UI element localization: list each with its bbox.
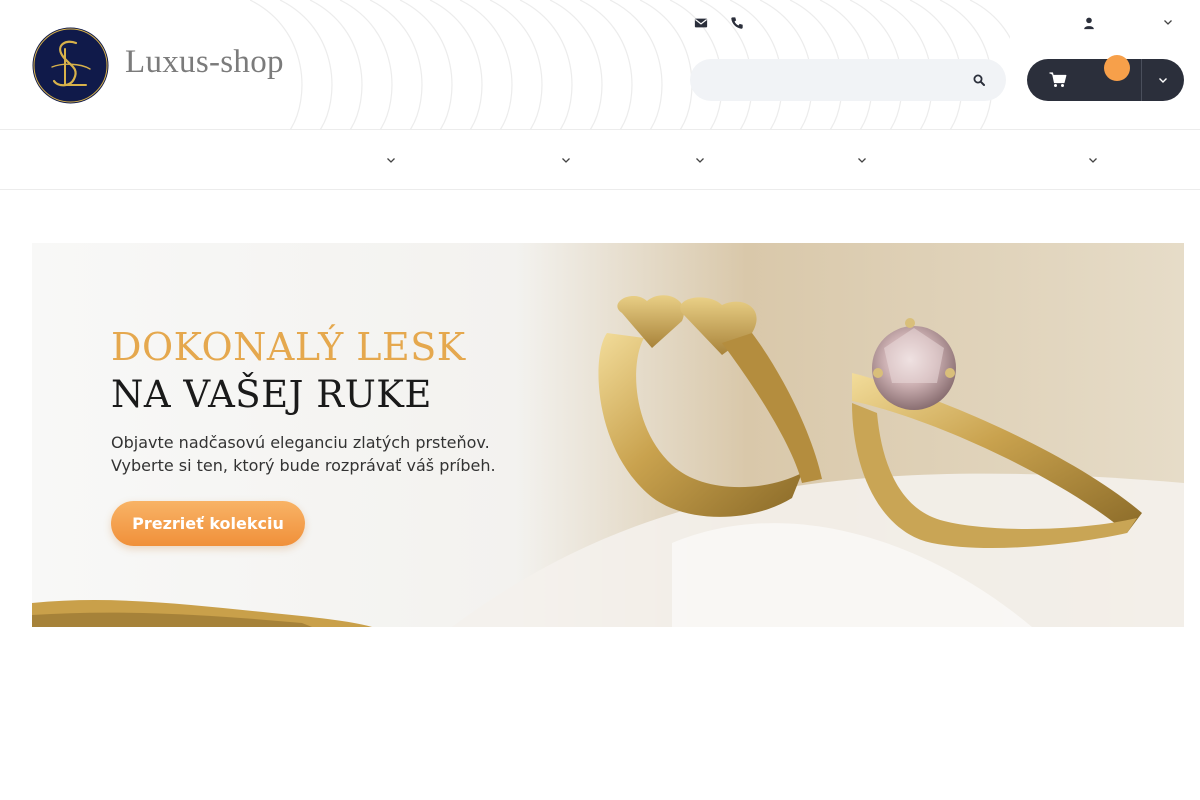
banner-title-line2: NA VAŠEJ RUKE: [111, 373, 432, 416]
chevron-down-icon: [387, 157, 395, 163]
nav-item-3[interactable]: [689, 130, 705, 189]
chevron-down-icon: [1159, 78, 1167, 83]
cart-dropdown-toggle[interactable]: [1142, 59, 1184, 101]
chevron-down-icon: [1089, 157, 1097, 163]
banner-title-line1: DOKONALÝ LESK: [111, 325, 466, 369]
nav-item-5[interactable]: [1082, 130, 1098, 189]
mail-icon[interactable]: [690, 12, 712, 34]
hero-banner[interactable]: DOKONALÝ LESK NA VAŠEJ RUKE Objavte nadč…: [32, 243, 1184, 627]
chevron-down-icon: [858, 157, 866, 163]
logo-icon: [32, 27, 109, 104]
cart-icon: [1049, 72, 1067, 87]
user-menu-chevron-down-icon[interactable]: [1160, 14, 1176, 30]
main-navigation: [0, 130, 1200, 190]
nav-item-2[interactable]: [555, 130, 571, 189]
banner-subtitle: Objavte nadčasovú eleganciu zlatých prst…: [111, 431, 496, 477]
cart-count-badge: [1104, 55, 1130, 81]
nav-item-4[interactable]: [851, 130, 867, 189]
banner-subtitle-line1: Objavte nadčasovú eleganciu zlatých prst…: [111, 433, 490, 452]
chevron-down-icon: [562, 157, 570, 163]
chevron-down-icon: [696, 157, 704, 163]
search-box: [690, 59, 1006, 101]
cart-widget: [1027, 55, 1184, 101]
phone-icon[interactable]: [726, 12, 748, 34]
brand-name[interactable]: Luxus-shop: [125, 44, 284, 81]
banner-subtitle-line2: Vyberte si ten, ktorý bude rozprávať váš…: [111, 456, 496, 475]
site-header: Luxus-shop: [0, 0, 1200, 130]
view-collection-button[interactable]: Prezrieť kolekciu: [111, 501, 305, 546]
cart-button[interactable]: [1027, 55, 1141, 101]
search-input[interactable]: [708, 59, 958, 101]
user-icon[interactable]: [1078, 12, 1100, 34]
nav-item-1[interactable]: [380, 130, 396, 189]
logo-link[interactable]: [32, 27, 109, 104]
search-icon[interactable]: [970, 71, 988, 89]
